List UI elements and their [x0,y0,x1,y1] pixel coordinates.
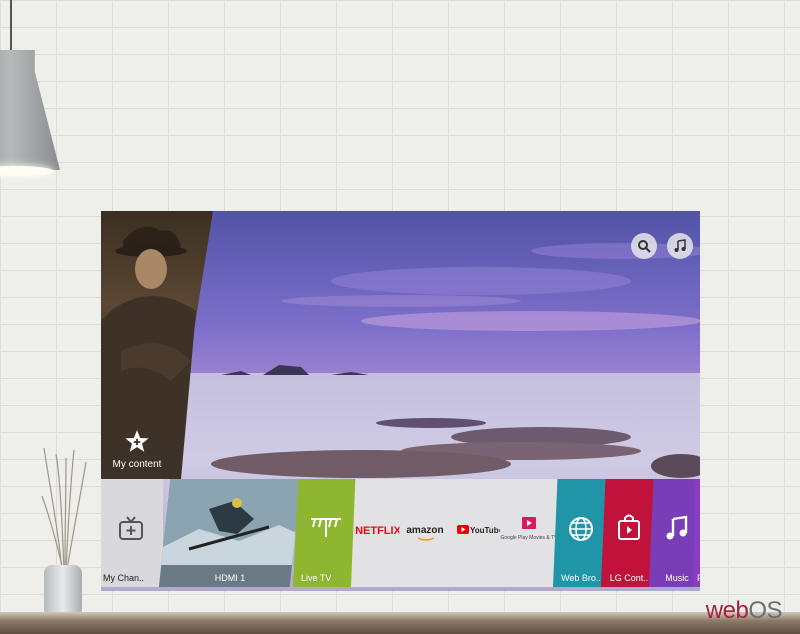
reed-diffuser-sticks [41,448,87,570]
store-bag-icon [618,514,640,540]
channel-add-icon [119,516,143,540]
tile-hdmi1[interactable]: HDMI 1 [159,479,301,587]
music-button[interactable] [667,233,693,259]
globe-icon [569,517,593,541]
tile-google-play-movies[interactable]: Google Play Movies & TV [497,479,561,587]
my-content[interactable]: My content [107,429,167,470]
netflix-logo: NETFLIX [355,525,401,537]
youtube-play-icon [457,525,469,534]
tile-netflix[interactable]: NETFLIX [351,479,405,587]
tile-label: Music [665,573,689,583]
amazon-smile-icon [417,537,435,541]
google-play-movies-logo: Google Play Movies & TV [500,535,558,541]
hdmi-preview [159,479,301,587]
my-content-label: My content [112,459,162,470]
antenna-icon [311,518,341,537]
tile-label: LG Cont.. [609,573,649,583]
pendant-lamp [0,50,60,170]
tile-label: Web Bro.. [561,573,601,583]
webos-logo: webOS [705,597,783,625]
tile-lg-content-store[interactable]: LG Cont.. [601,479,657,587]
tile-label: Live TV [301,573,332,583]
youtube-logo: YouTube [470,526,504,535]
tile-web-browser[interactable]: Web Bro.. [553,479,609,587]
tile-my-channels[interactable]: My Chan.. [101,479,163,587]
search-icon [638,240,651,253]
lamp-cord [10,0,12,52]
tile-label: HDMI 1 [214,573,246,583]
search-button[interactable] [631,233,657,259]
music-note-icon [674,239,686,252]
tile-label: My Chan.. [103,573,145,583]
music-note-icon [666,515,688,540]
lamp-light [0,166,54,176]
launcher-bar: My Chan.. HDMI 1 Live TV NETFLIX amazon [101,479,700,587]
tile-label: P [693,573,700,583]
google-play-movies-icon [522,517,536,529]
webos-logo-web: web [705,597,749,624]
tile-amazon[interactable]: amazon [397,479,453,587]
tile-live-tv[interactable]: Live TV [293,479,359,587]
star-plus-icon [125,430,149,452]
wooden-shelf [0,612,800,634]
glass-vase [44,565,82,615]
tv-screen: My content My Chan.. HDMI 1 Live TV NETF… [101,211,700,591]
tile-music[interactable]: Music [649,479,700,587]
amazon-logo: amazon [406,525,444,536]
tile-youtube[interactable]: YouTube [445,479,505,587]
webos-logo-os: OS [748,597,782,624]
